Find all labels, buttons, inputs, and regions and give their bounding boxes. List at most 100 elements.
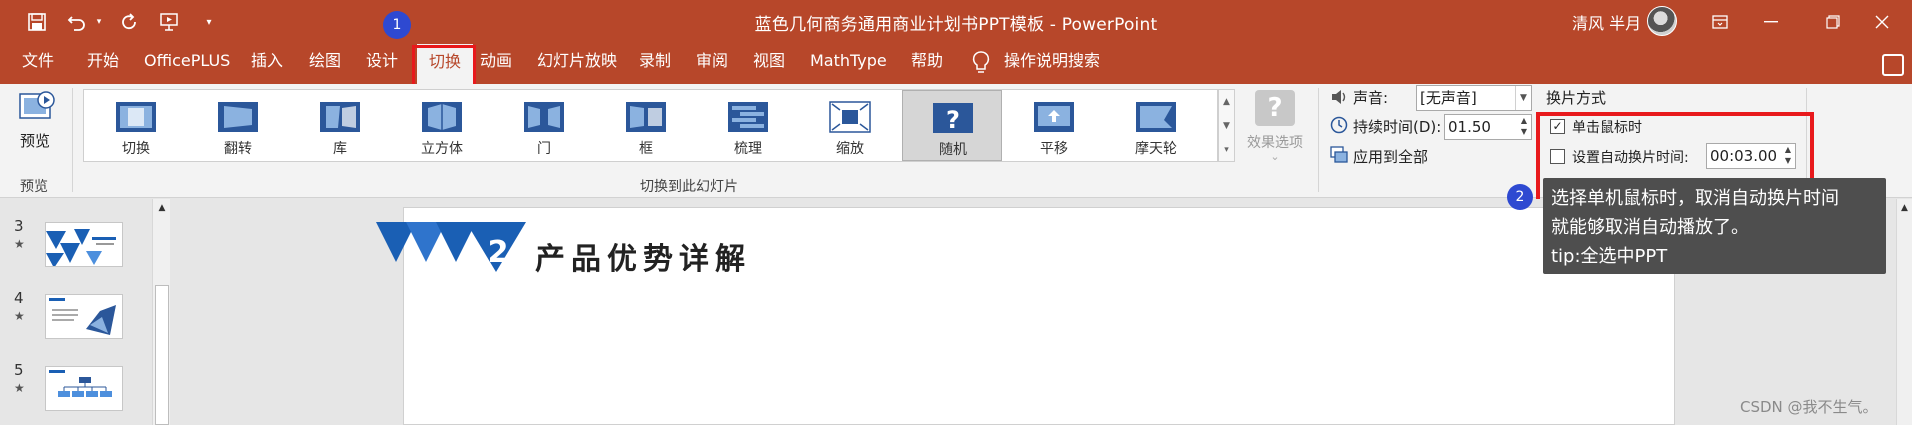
tooltip-line: 就能够取消自动播放了。 [1551,217,1749,238]
tab-mathtype[interactable]: MathType [810,44,887,84]
transition-random[interactable]: ? 随机 [902,90,1002,161]
ferris-wheel-transition-icon [1136,102,1176,132]
transition-label: 随机 [939,142,967,158]
avatar[interactable] [1647,6,1677,36]
transition-label: 切换 [122,141,150,157]
tab-home[interactable]: 开始 [87,44,119,84]
flip-transition-icon [218,102,258,132]
tab-file[interactable]: 文件 [22,44,54,84]
thumbnail-scrollbar[interactable]: ▲ [152,199,170,425]
sound-value: [无声音] [1420,89,1477,107]
transition-comb[interactable]: 梳理 [698,90,798,161]
tab-view[interactable]: 视图 [753,44,785,84]
scroll-up-icon[interactable]: ▲ [153,199,171,217]
duration-label: 持续时间(D): [1353,118,1442,136]
transition-flip[interactable]: 翻转 [188,90,288,161]
tell-me-search[interactable]: 操作说明搜索 [1004,44,1100,84]
effect-options-icon: ? [1255,90,1295,126]
transition-zoom[interactable]: 缩放 [800,90,900,161]
transition-doors[interactable]: 门 [494,90,594,161]
duration-value: 01.50 [1448,118,1491,136]
transition-gallery-effect[interactable]: 库 [290,90,390,161]
transition-label: 框 [639,141,653,157]
advance-slide-header: 换片方式 [1546,89,1607,107]
tab-help[interactable]: 帮助 [911,44,943,84]
doors-transition-icon [524,102,564,132]
gallery-scrollbar[interactable]: ▲ ▼ ▾ [1218,89,1235,162]
switch-transition-icon [116,102,156,132]
transition-box[interactable]: 框 [596,90,696,161]
tab-draw[interactable]: 绘图 [309,44,341,84]
tab-design[interactable]: 设计 [366,44,398,84]
gallery-more-icon[interactable]: ▾ [1219,138,1234,162]
share-icon[interactable] [1882,54,1904,76]
tooltip-line: tip:全选中PPT [1551,246,1668,267]
animation-star-icon: ★ [14,381,25,395]
tab-animations[interactable]: 动画 [480,44,512,84]
tab-insert[interactable]: 插入 [251,44,283,84]
spin-arrows-icon[interactable]: ▲ ▼ [1517,115,1531,139]
slide-logo-triangles: 2 [376,222,526,272]
sound-dropdown[interactable]: [无声音] ▼ [1416,85,1532,111]
box-transition-icon [626,102,666,132]
scrollbar-thumb[interactable] [155,285,169,425]
clock-icon [1330,116,1348,134]
slide-thumbnail[interactable] [45,294,123,339]
tab-record[interactable]: 录制 [639,44,671,84]
tab-officeplus[interactable]: OfficePLUS [144,44,230,84]
callout-badge-2: 2 [1507,184,1533,210]
slide-thumbnail-image [46,229,116,266]
canvas-scrollbar[interactable]: ▲ [1896,199,1912,425]
transition-pan[interactable]: 平移 [1004,90,1104,161]
callout-badge-1: 1 [383,11,411,39]
slide-number: 5 [14,361,24,379]
slide-thumbnail[interactable] [45,366,123,411]
annotation-tooltip: 选择单机鼠标时，取消自动换片时间 就能够取消自动播放了。 tip:全选中PPT [1543,178,1886,274]
effect-options-button[interactable]: ? 效果选项 ⌄ [1240,88,1310,168]
slide-section-number: 2 [488,235,509,270]
pan-transition-icon [1034,102,1074,132]
transition-label: 门 [537,141,551,157]
duration-stepper[interactable]: 01.50 ▲ ▼ [1444,114,1532,140]
slide-thumbnail[interactable] [45,222,123,267]
lightbulb-icon [972,51,990,73]
transition-label: 立方体 [421,141,463,157]
tab-slideshow[interactable]: 幻灯片放映 [537,44,617,84]
cube-transition-icon [422,102,462,132]
comb-transition-icon [728,102,768,132]
title-bar: ▾ ▾ 蓝色几何商务通用商业计划书PPT模板 - PowerPoint 清风 半… [0,0,1912,44]
chevron-down-icon: ⌄ [1270,150,1280,163]
group-label-transitions: 切换到此幻灯片 [640,179,738,195]
tab-review[interactable]: 审阅 [696,44,728,84]
scroll-up-icon[interactable]: ▲ [1219,90,1234,114]
slide-thumbnail-pane: 3 ★ 4 ★ 5 ★ [0,199,174,425]
ribbon-tabs: 文件 开始 OfficePLUS 插入 绘图 设计 切换 动画 幻灯片放映 录制… [0,44,1912,84]
random-transition-icon: ? [933,103,973,134]
transition-gallery: 切换 翻转 库 立方体 门 框 梳理 缩放 ? 随机 平移 摩天轮 [83,89,1218,162]
transition-label: 库 [333,141,347,157]
sound-icon [1332,90,1346,104]
animation-star-icon: ★ [14,309,25,323]
gallery-transition-icon [320,102,360,132]
tooltip-line: 选择单机鼠标时，取消自动换片时间 [1551,188,1839,209]
slide-title[interactable]: 产品优势详解 [535,234,751,278]
close-icon[interactable] [1852,0,1912,44]
transition-ferris-wheel[interactable]: 摩天轮 [1106,90,1206,161]
transition-cube[interactable]: 立方体 [392,90,492,161]
user-name[interactable]: 清风 半月 [1572,10,1641,34]
apply-to-all-button[interactable]: 应用到全部 [1353,146,1428,167]
transition-label: 翻转 [224,141,252,157]
slide-thumbnail-image [49,370,112,397]
scroll-down-icon[interactable]: ▼ [1219,114,1234,138]
minimize-icon[interactable] [1741,0,1801,44]
sound-label: 声音: [1353,89,1389,107]
transition-switch[interactable]: 切换 [86,90,186,161]
slide-number: 3 [14,217,24,235]
chevron-down-icon[interactable]: ▼ [1515,86,1531,110]
scroll-up-icon[interactable]: ▲ [1897,203,1912,213]
apply-all-icon [1330,146,1348,163]
group-label-preview: 预览 [20,179,48,195]
group-separator [72,88,73,192]
slide-number: 4 [14,289,24,307]
zoom-transition-icon [829,101,871,133]
